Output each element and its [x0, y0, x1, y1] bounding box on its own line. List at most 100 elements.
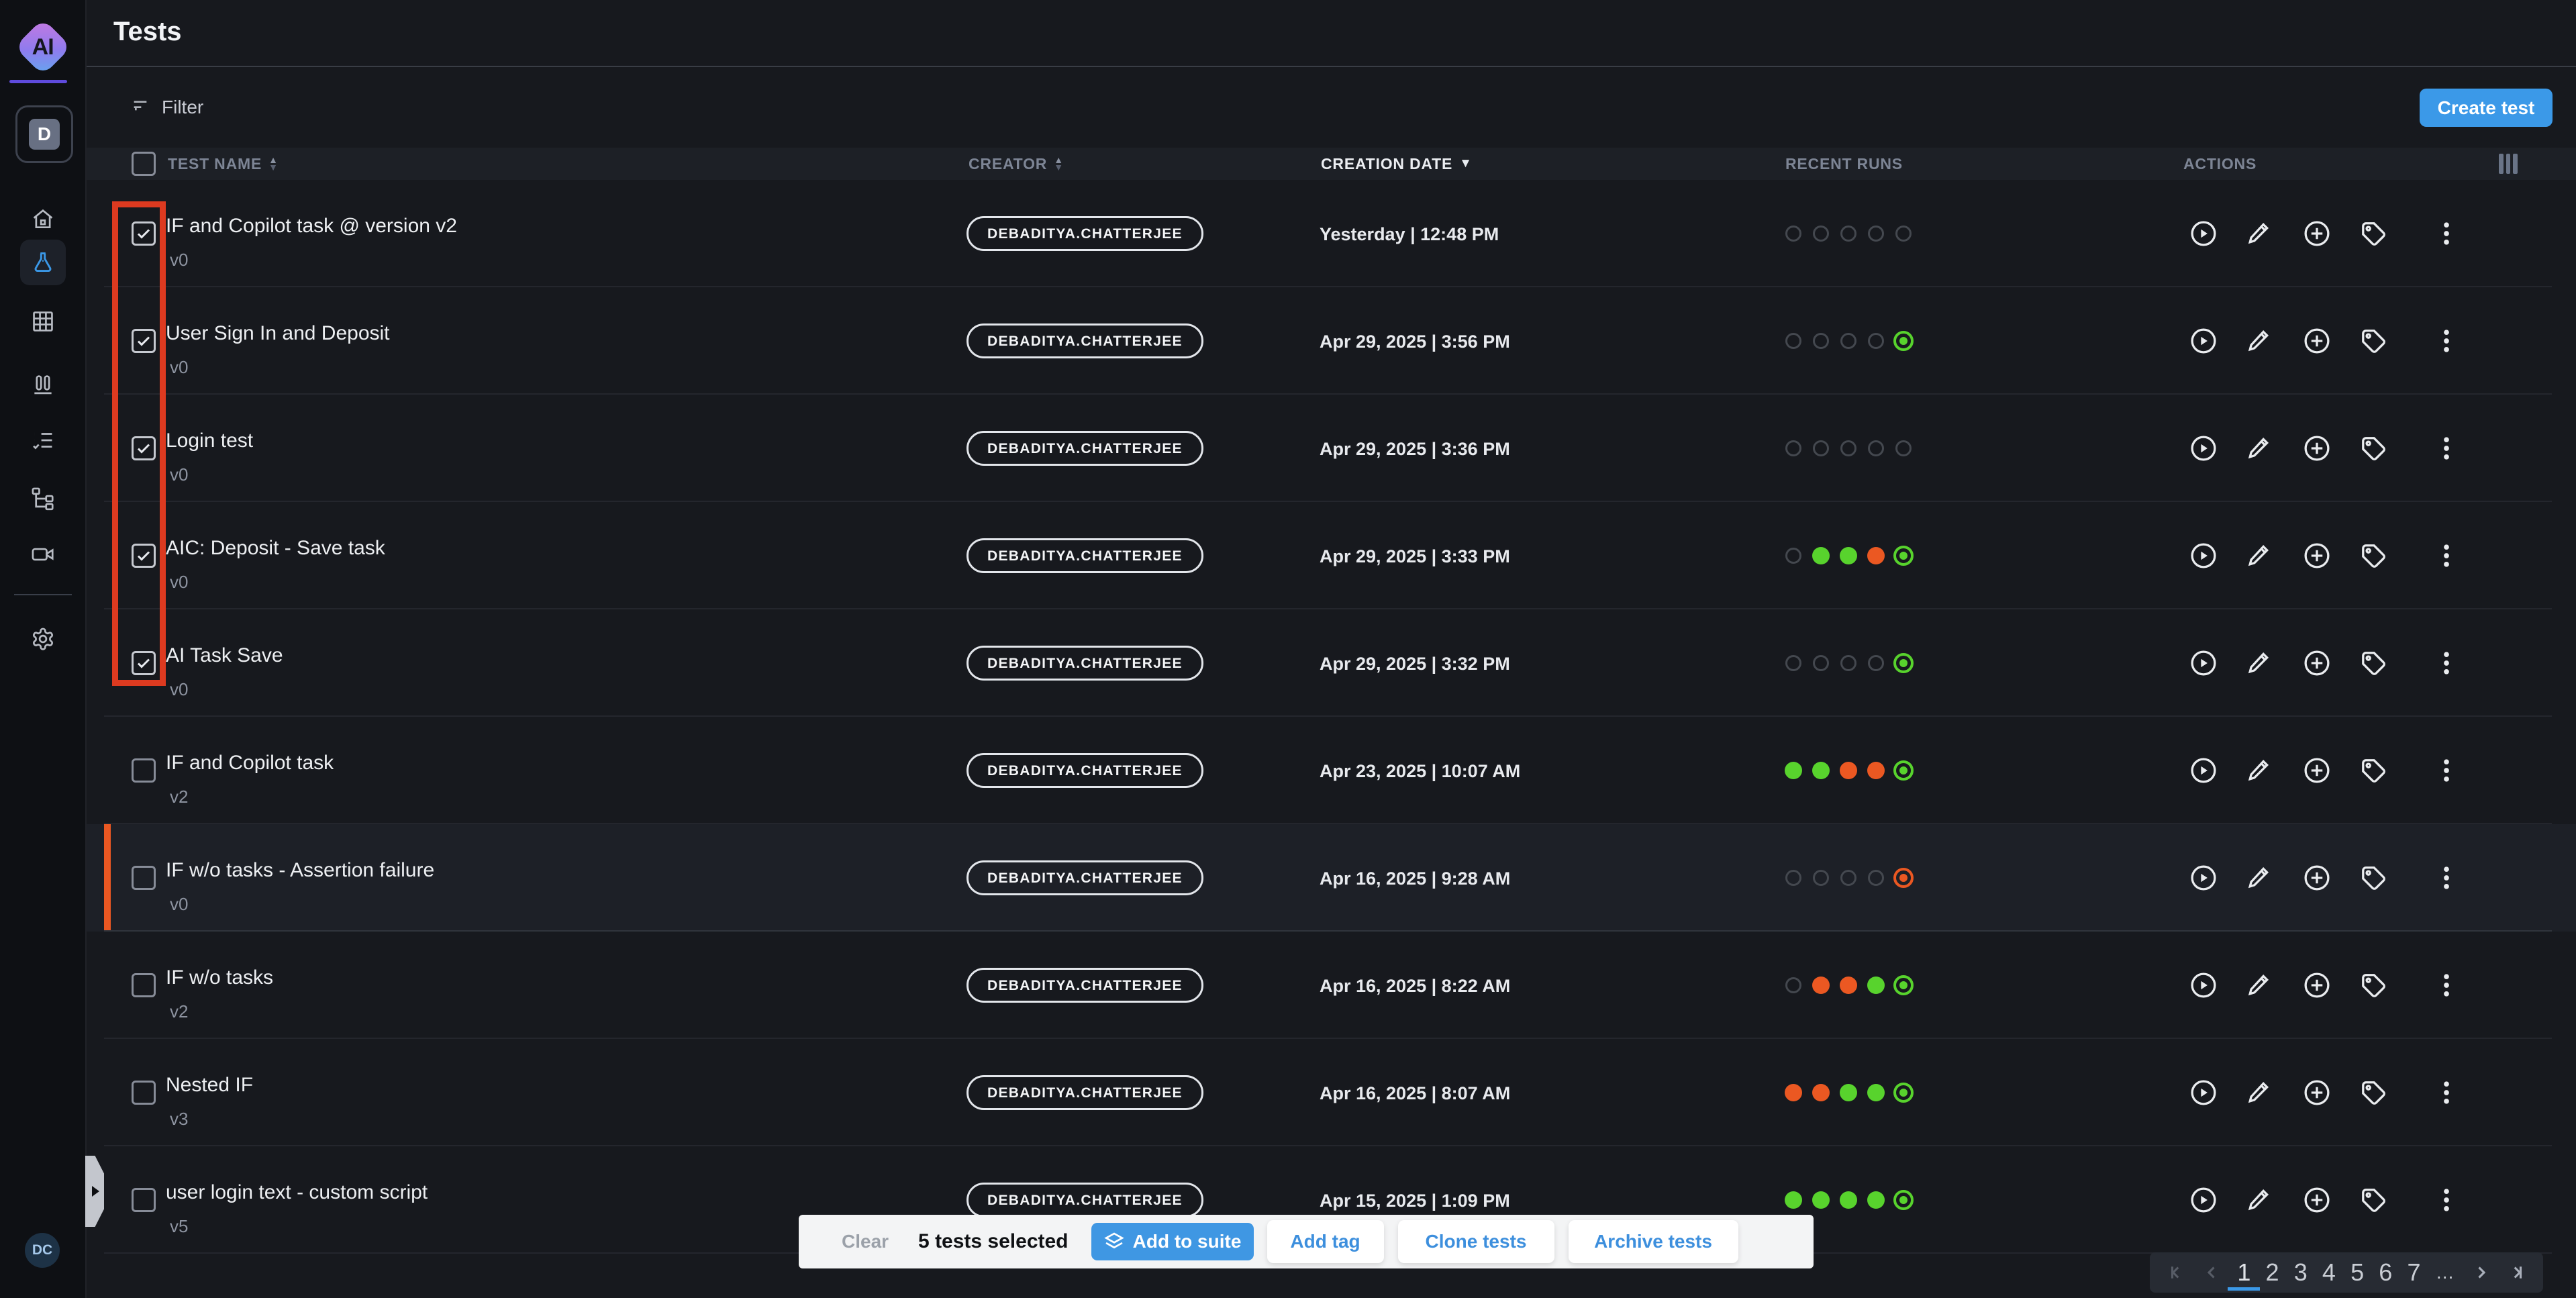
edit-test-icon[interactable] [2246, 219, 2275, 248]
more-actions-icon[interactable] [2432, 1185, 2461, 1215]
column-settings-icon[interactable] [2499, 154, 2518, 174]
run-test-icon[interactable] [2189, 434, 2218, 463]
edit-test-icon[interactable] [2246, 541, 2275, 570]
column-header-creation-date[interactable]: CREATION DATE▼ [1321, 148, 1473, 180]
run-test-icon[interactable] [2189, 541, 2218, 570]
test-name[interactable]: Login test [166, 430, 253, 452]
archive-tests-button[interactable]: Archive tests [1569, 1220, 1738, 1263]
app-logo[interactable]: AI [0, 15, 85, 79]
more-actions-icon[interactable] [2432, 541, 2461, 570]
edit-test-icon[interactable] [2246, 1078, 2275, 1107]
edit-test-icon[interactable] [2246, 326, 2275, 356]
test-name[interactable]: user login text - custom script [166, 1181, 428, 1204]
column-header-creator[interactable]: CREATOR▲▼ [969, 148, 1064, 180]
more-actions-icon[interactable] [2432, 1078, 2461, 1107]
add-to-suite-icon[interactable] [2302, 434, 2332, 463]
test-name[interactable]: Nested IF [166, 1074, 253, 1097]
run-test-icon[interactable] [2189, 219, 2218, 248]
row-checkbox[interactable] [132, 1081, 156, 1105]
tag-icon[interactable] [2359, 326, 2388, 356]
test-name[interactable]: AIC: Deposit - Save task [166, 537, 385, 560]
sidebar-item-settings[interactable] [0, 617, 85, 663]
test-name[interactable]: IF w/o tasks [166, 966, 273, 989]
more-actions-icon[interactable] [2432, 756, 2461, 785]
edit-test-icon[interactable] [2246, 1185, 2275, 1215]
add-to-suite-icon[interactable] [2302, 648, 2332, 678]
last-page-button[interactable] [2506, 1262, 2526, 1283]
next-page-button[interactable] [2471, 1262, 2491, 1283]
test-name[interactable]: IF and Copilot task [166, 752, 334, 775]
edit-test-icon[interactable] [2246, 863, 2275, 893]
tag-icon[interactable] [2359, 648, 2388, 678]
row-checkbox[interactable] [132, 436, 156, 460]
tag-icon[interactable] [2359, 1185, 2388, 1215]
edit-test-icon[interactable] [2246, 970, 2275, 1000]
tag-icon[interactable] [2359, 970, 2388, 1000]
add-to-suite-icon[interactable] [2302, 541, 2332, 570]
page-7-button[interactable]: 7 [2407, 1252, 2420, 1293]
more-actions-icon[interactable] [2432, 326, 2461, 356]
run-test-icon[interactable] [2189, 970, 2218, 1000]
sidebar-item-tests[interactable] [0, 240, 85, 285]
page-1-button[interactable]: 1 [2237, 1252, 2250, 1293]
page-5-button[interactable]: 5 [2350, 1252, 2364, 1293]
run-test-icon[interactable] [2189, 326, 2218, 356]
test-name[interactable]: IF w/o tasks - Assertion failure [166, 859, 434, 882]
sidebar-item-checklist[interactable] [0, 419, 85, 464]
clear-selection-button[interactable]: Clear [842, 1231, 889, 1252]
previous-page-button[interactable] [2202, 1262, 2222, 1283]
sidebar-item-tables[interactable] [0, 300, 85, 346]
run-test-icon[interactable] [2189, 648, 2218, 678]
tag-icon[interactable] [2359, 1078, 2388, 1107]
add-to-suite-icon[interactable] [2302, 970, 2332, 1000]
run-test-icon[interactable] [2189, 1078, 2218, 1107]
run-test-icon[interactable] [2189, 863, 2218, 893]
row-checkbox[interactable] [132, 329, 156, 353]
clone-tests-button[interactable]: Clone tests [1398, 1220, 1554, 1263]
more-actions-icon[interactable] [2432, 863, 2461, 893]
tag-icon[interactable] [2359, 434, 2388, 463]
tag-icon[interactable] [2359, 863, 2388, 893]
add-to-suite-icon[interactable] [2302, 1078, 2332, 1107]
add-to-suite-button[interactable]: Add to suite [1091, 1223, 1254, 1260]
tag-icon[interactable] [2359, 541, 2388, 570]
test-name[interactable]: IF and Copilot task @ version v2 [166, 215, 457, 238]
add-to-suite-icon[interactable] [2302, 326, 2332, 356]
create-test-button[interactable]: Create test [2420, 89, 2553, 127]
workspace-avatar[interactable]: D [15, 105, 73, 163]
page-3-button[interactable]: 3 [2294, 1252, 2308, 1293]
more-actions-icon[interactable] [2432, 219, 2461, 248]
column-header-test-name[interactable]: TEST NAME▲▼ [168, 148, 279, 180]
test-name[interactable]: AI Task Save [166, 644, 283, 667]
select-all-checkbox[interactable] [132, 152, 156, 176]
page-2-button[interactable]: 2 [2266, 1252, 2279, 1293]
add-to-suite-icon[interactable] [2302, 756, 2332, 785]
sidebar-item-workflows[interactable] [0, 477, 85, 523]
edit-test-icon[interactable] [2246, 434, 2275, 463]
add-to-suite-icon[interactable] [2302, 1185, 2332, 1215]
row-checkbox[interactable] [132, 866, 156, 890]
row-checkbox[interactable] [132, 651, 156, 675]
more-actions-icon[interactable] [2432, 970, 2461, 1000]
more-actions-icon[interactable] [2432, 434, 2461, 463]
sidebar-item-samples[interactable] [0, 364, 85, 409]
filter-button[interactable]: Filter [131, 90, 203, 125]
tag-icon[interactable] [2359, 219, 2388, 248]
first-page-button[interactable] [2167, 1262, 2187, 1283]
test-name[interactable]: User Sign In and Deposit [166, 322, 390, 345]
row-checkbox[interactable] [132, 758, 156, 783]
add-to-suite-icon[interactable] [2302, 863, 2332, 893]
edit-test-icon[interactable] [2246, 648, 2275, 678]
add-to-suite-icon[interactable] [2302, 219, 2332, 248]
row-checkbox[interactable] [132, 1188, 156, 1212]
sidebar-item-recordings[interactable] [0, 533, 85, 579]
edit-test-icon[interactable] [2246, 756, 2275, 785]
user-avatar[interactable]: DC [25, 1233, 60, 1268]
row-checkbox[interactable] [132, 221, 156, 246]
add-tag-button[interactable]: Add tag [1267, 1220, 1384, 1263]
tag-icon[interactable] [2359, 756, 2388, 785]
run-test-icon[interactable] [2189, 1185, 2218, 1215]
row-checkbox[interactable] [132, 544, 156, 568]
page-6-button[interactable]: 6 [2379, 1252, 2392, 1293]
page-4-button[interactable]: 4 [2322, 1252, 2336, 1293]
